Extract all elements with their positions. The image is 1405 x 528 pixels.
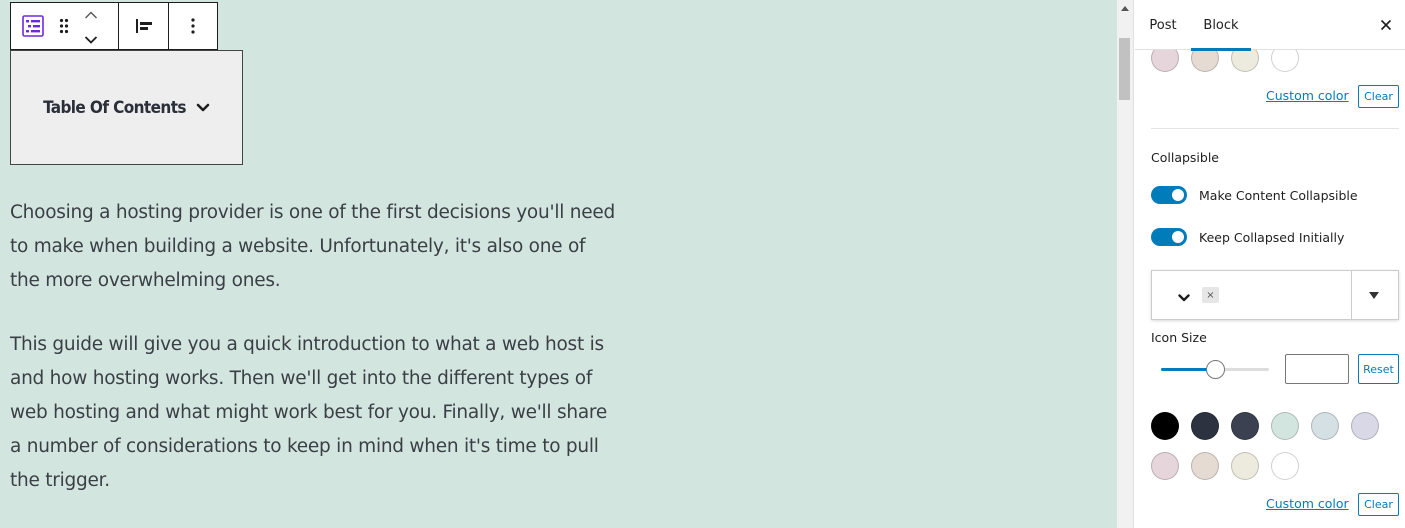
color-swatch[interactable] — [1231, 452, 1259, 480]
toolbar-group-block — [11, 3, 119, 49]
color-swatch[interactable] — [1231, 412, 1259, 440]
tab-block[interactable]: Block — [1191, 0, 1251, 51]
icon-size-slider[interactable] — [1161, 360, 1269, 379]
slider-thumb[interactable] — [1206, 360, 1225, 379]
make-collapsible-label: Make Content Collapsible — [1199, 188, 1358, 203]
chevron-up-icon[interactable] — [84, 4, 98, 23]
color-swatch[interactable] — [1271, 452, 1299, 480]
chevron-down-icon — [1178, 288, 1190, 307]
select-divider — [1351, 271, 1352, 319]
paragraph-block[interactable]: This guide will give you a quick introdu… — [10, 328, 620, 498]
close-icon[interactable] — [1375, 14, 1397, 36]
toolbar-group-more — [169, 3, 217, 49]
dropdown-arrow-icon[interactable] — [1369, 292, 1379, 299]
clear-color-button[interactable]: Clear — [1358, 85, 1399, 108]
color-swatch[interactable] — [1191, 412, 1219, 440]
color-swatch[interactable] — [1191, 452, 1219, 480]
drag-handle-icon[interactable] — [51, 3, 77, 49]
paragraph-block[interactable]: Choosing a hosting provider is one of th… — [10, 196, 620, 298]
table-of-contents-icon[interactable] — [15, 3, 51, 49]
section-divider — [1151, 128, 1399, 129]
clear-color-button[interactable]: Clear — [1358, 493, 1399, 516]
color-swatch[interactable] — [1311, 412, 1339, 440]
color-swatch[interactable] — [1351, 412, 1379, 440]
editor-canvas: Table Of Contents Choosing a hosting pro… — [0, 0, 1117, 528]
toc-title: Table Of Contents — [43, 97, 186, 118]
custom-color-button[interactable]: Custom color — [1266, 88, 1349, 103]
collapsible-section-title: Collapsible — [1151, 150, 1219, 165]
align-left-icon[interactable] — [126, 3, 162, 49]
block-toolbar — [10, 2, 218, 50]
toggle-knob — [1172, 189, 1184, 201]
make-collapsible-toggle[interactable] — [1151, 186, 1187, 204]
tab-post[interactable]: Post — [1135, 0, 1191, 50]
keep-collapsed-label: Keep Collapsed Initially — [1199, 230, 1345, 245]
reset-button[interactable]: Reset — [1358, 354, 1399, 384]
custom-color-button[interactable]: Custom color — [1266, 496, 1349, 511]
settings-sidebar: Post Block Custom color Clear Collapsibl… — [1135, 0, 1405, 528]
icon-size-label: Icon Size — [1151, 330, 1207, 345]
toolbar-group-align — [119, 3, 169, 49]
scroll-thumb[interactable] — [1119, 38, 1130, 100]
chevron-down-icon[interactable] — [196, 98, 210, 117]
toggle-knob — [1172, 231, 1184, 243]
table-of-contents-block[interactable]: Table Of Contents — [10, 50, 243, 165]
keep-collapsed-toggle[interactable] — [1151, 228, 1187, 246]
sidebar-header: Post Block — [1135, 0, 1405, 51]
remove-icon-button[interactable]: × — [1202, 287, 1219, 303]
collapse-icon-select[interactable]: × — [1151, 270, 1399, 320]
scroll-up-arrow-icon[interactable] — [1121, 6, 1129, 11]
color-swatch[interactable] — [1151, 412, 1179, 440]
color-swatch[interactable] — [1151, 452, 1179, 480]
color-swatch[interactable] — [1271, 412, 1299, 440]
chevron-down-icon[interactable] — [84, 29, 98, 48]
move-buttons — [77, 4, 105, 48]
editor-scrollbar[interactable] — [1117, 0, 1134, 528]
more-options-icon[interactable] — [175, 3, 211, 49]
icon-size-input[interactable] — [1285, 354, 1349, 384]
